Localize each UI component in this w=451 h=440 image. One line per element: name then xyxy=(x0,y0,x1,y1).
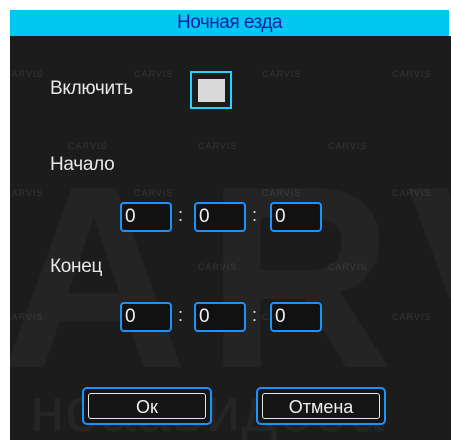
watermark-logo: CARVIS xyxy=(68,141,108,151)
watermark-logo: CARVIS xyxy=(262,69,302,79)
watermark-logo: CARVIS xyxy=(10,69,44,79)
dialog-title: Ночная езда xyxy=(10,10,449,36)
watermark-logo: CARVIS xyxy=(198,141,238,151)
watermark-logo: CARVIS xyxy=(134,188,174,198)
night-driving-dialog: Ночная езда ARVI ноаавидеоа CARVIS CARVI… xyxy=(0,0,451,440)
start-hours-field[interactable]: 0 xyxy=(120,202,172,232)
enable-label: Включить xyxy=(50,78,133,99)
end-minutes-field[interactable]: 0 xyxy=(194,302,246,332)
start-label: Начало xyxy=(50,154,115,175)
enable-checkbox[interactable] xyxy=(190,71,232,109)
watermark-logo: CARVIS xyxy=(328,262,368,272)
time-separator: : xyxy=(252,305,258,325)
ok-button-label: Ок xyxy=(88,393,206,419)
end-hours-field[interactable]: 0 xyxy=(120,302,172,332)
watermark-logo: CARVIS xyxy=(392,312,432,322)
watermark-logo: CARVIS xyxy=(134,69,174,79)
end-label: Конец xyxy=(50,256,103,277)
watermark-brand-large: ARVI xyxy=(10,148,451,408)
watermark-logo: CARVIS xyxy=(10,188,44,198)
cancel-button-label: Отмена xyxy=(262,393,380,419)
checkbox-box xyxy=(198,79,225,102)
watermark-logo: CARVIS xyxy=(392,69,432,79)
watermark-logo: CARVIS xyxy=(392,188,432,198)
time-separator: : xyxy=(178,205,184,225)
watermark-logo: CARVIS xyxy=(10,312,44,322)
watermark-logo: CARVIS xyxy=(198,262,238,272)
watermark-logo: CARVIS xyxy=(262,188,302,198)
start-seconds-field[interactable]: 0 xyxy=(270,202,322,232)
end-seconds-field[interactable]: 0 xyxy=(270,302,322,332)
dialog-panel: ARVI ноаавидеоа CARVIS CARVIS CARVIS CAR… xyxy=(10,36,451,440)
time-separator: : xyxy=(252,205,258,225)
time-separator: : xyxy=(178,305,184,325)
watermark-logo: CARVIS xyxy=(328,141,368,151)
start-minutes-field[interactable]: 0 xyxy=(194,202,246,232)
cancel-button[interactable]: Отмена xyxy=(256,387,386,425)
ok-button[interactable]: Ок xyxy=(82,387,212,425)
